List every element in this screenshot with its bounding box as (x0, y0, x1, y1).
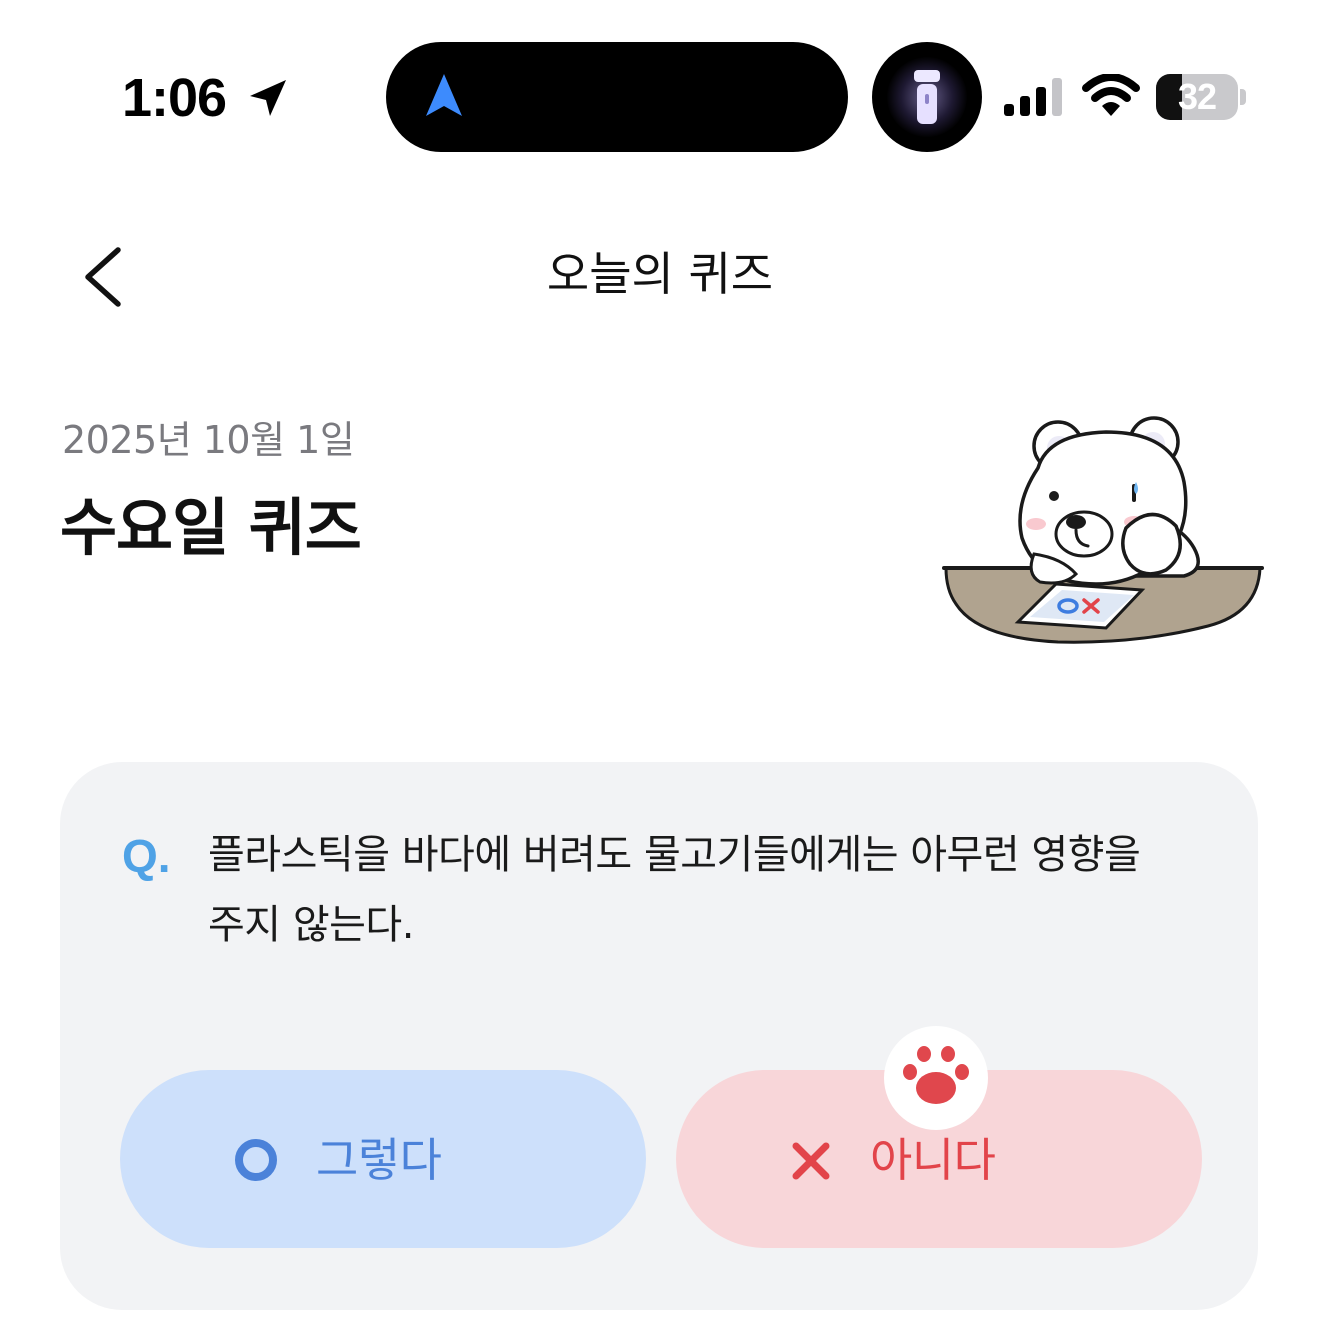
battery-level: 32 (1177, 76, 1217, 117)
answer-yes-label: 그렇다 (316, 1133, 442, 1187)
location-arrow-icon (250, 80, 286, 116)
wifi-icon (1082, 74, 1140, 116)
back-button[interactable] (66, 236, 142, 316)
polar-bear-illustration (942, 416, 1264, 644)
flashlight-icon (914, 70, 940, 124)
answer-no-label: 아니다 (870, 1133, 996, 1187)
x-cross-icon (792, 1142, 830, 1180)
quiz-date: 2025년 10월 1일 (62, 418, 355, 462)
page-title: 오늘의 퀴즈 (546, 247, 774, 301)
battery-cap (1240, 89, 1246, 105)
quiz-title: 수요일 퀴즈 (60, 491, 362, 564)
dynamic-island[interactable] (386, 42, 848, 152)
question-text: 플라스틱을 바다에 버려도 물고기들에게는 아무런 영향을 주지 않는다. (208, 832, 1141, 948)
answer-yes-button[interactable]: 그렇다 (120, 1070, 646, 1248)
cellular-signal-icon (1004, 78, 1062, 116)
question-marker: Q. (122, 830, 171, 882)
status-time: 1:06 (122, 68, 227, 128)
circle-o-icon (235, 1139, 277, 1181)
quiz-card: Q. 플라스틱을 바다에 버려도 물고기들에게는 아무런 영향을 주지 않는다.… (60, 762, 1258, 1310)
status-bar: 1:06 32 (0, 0, 1320, 190)
battery-body: 32 (1156, 74, 1238, 120)
navigation-arrow-icon (426, 74, 462, 116)
paw-icon (903, 1046, 969, 1104)
paw-badge (884, 1026, 988, 1130)
chevron-left-icon (85, 247, 121, 307)
battery-icon: 32 (1156, 74, 1248, 120)
flashlight-indicator[interactable] (872, 42, 982, 152)
